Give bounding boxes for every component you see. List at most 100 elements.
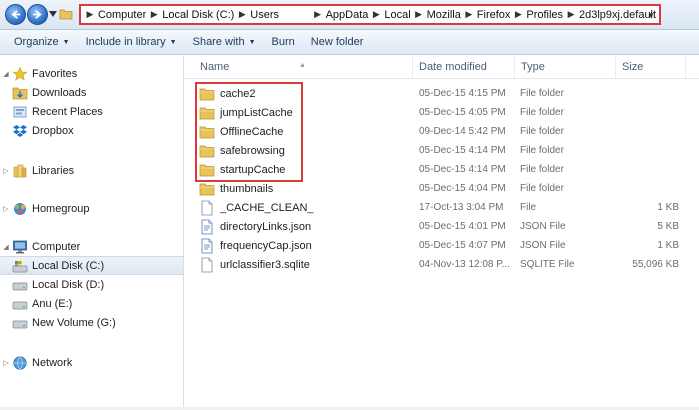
share-with-label: Share with: [192, 35, 245, 48]
organize-label: Organize: [14, 35, 59, 48]
file-date-modified: 17-Oct-13 3:04 PM: [419, 202, 504, 213]
expand-chevron-icon[interactable]: ◢: [0, 70, 12, 78]
chevron-down-icon[interactable]: ▼: [647, 11, 655, 20]
nav-downloads[interactable]: Downloads: [0, 83, 183, 102]
column-header-type[interactable]: Type: [515, 56, 616, 79]
navigation-pane: ◢ Favorites Downloads Recent Places Drop…: [0, 56, 184, 410]
dropbox-icon: [12, 123, 28, 139]
breadcrumb-profiles[interactable]: Profiles: [523, 9, 566, 21]
nav-network-label: Network: [32, 356, 73, 369]
nav-dropbox-label: Dropbox: [32, 124, 74, 137]
file-date-modified: 05-Dec-15 4:14 PM: [419, 145, 506, 156]
drive-icon: [12, 277, 28, 293]
nav-local-disk-d-label: Local Disk (D:): [32, 278, 105, 291]
nav-local-disk-c[interactable]: Local Disk (C:): [0, 256, 183, 275]
breadcrumb-local-disk-c[interactable]: Local Disk (C:): [159, 9, 237, 21]
nav-libraries-label: Libraries: [32, 164, 75, 177]
network-icon: [12, 355, 28, 371]
file-size: 1 KB: [657, 240, 679, 251]
nav-anu-e[interactable]: Anu (E:): [0, 294, 183, 313]
nav-libraries[interactable]: ▷ Libraries: [0, 161, 183, 180]
nav-computer-label: Computer: [32, 240, 81, 253]
nav-new-volume-g[interactable]: New Volume (G:): [0, 313, 183, 332]
file-type: JSON File: [520, 240, 566, 251]
homegroup-icon: [12, 201, 28, 217]
file-name: frequencyCap.json: [220, 239, 312, 252]
chevron-right-icon[interactable]: ▶: [464, 9, 474, 20]
breadcrumb-appdata[interactable]: AppData: [323, 9, 372, 21]
burn-label: Burn: [271, 35, 295, 48]
nav-local-disk-d[interactable]: Local Disk (D:): [0, 275, 183, 294]
chevron-down-icon: ▼: [169, 38, 177, 46]
nav-downloads-label: Downloads: [32, 86, 87, 99]
breadcrumb-computer[interactable]: Computer: [95, 9, 149, 21]
nav-favorites-label: Favorites: [32, 67, 78, 80]
forward-button[interactable]: [27, 4, 48, 25]
chevron-right-icon[interactable]: ▶: [513, 9, 523, 20]
recent-places-icon: [12, 104, 28, 120]
file-type: File folder: [520, 164, 564, 175]
organize-button[interactable]: Organize ▼: [6, 30, 78, 55]
nav-local-disk-c-label: Local Disk (C:): [32, 259, 105, 272]
drive-icon: [12, 315, 28, 331]
file-icon: [199, 200, 215, 216]
breadcrumb-firefox[interactable]: Firefox: [474, 9, 514, 21]
file-type: File folder: [520, 183, 564, 194]
chevron-right-icon[interactable]: ▶: [149, 9, 159, 20]
nav-recent-places[interactable]: Recent Places: [0, 102, 183, 121]
file-row[interactable]: urlclassifier3.sqlite 04-Nov-13 12:08 P..…: [194, 255, 689, 274]
file-row[interactable]: frequencyCap.json 05-Dec-15 4:07 PM JSON F…: [194, 236, 689, 255]
share-with-button[interactable]: Share with ▼: [185, 30, 264, 55]
file-row[interactable]: directoryLinks.json 05-Dec-15 4:01 PM JSON…: [194, 217, 689, 236]
file-name: _CACHE_CLEAN_: [220, 201, 314, 214]
chevron-down-icon: ▼: [248, 38, 256, 46]
address-bar-area: ▶ Computer ▶ Local Disk (C:) ▶ Users ▶ A…: [0, 0, 699, 30]
breadcrumb-local[interactable]: Local: [381, 9, 413, 21]
nav-anu-e-label: Anu (E:): [32, 297, 73, 310]
nav-dropbox[interactable]: Dropbox: [0, 121, 183, 140]
downloads-folder-icon: [12, 85, 28, 101]
nav-recent-places-label: Recent Places: [32, 105, 103, 118]
file-type: File folder: [520, 107, 564, 118]
chevron-right-icon[interactable]: ▶: [414, 9, 424, 20]
file-name: urlclassifier3.sqlite: [220, 258, 310, 271]
file-date-modified: 05-Dec-15 4:04 PM: [419, 183, 506, 194]
column-header-row: Name ▲ Date modified Type Size: [184, 56, 699, 79]
expand-chevron-icon[interactable]: ▷: [0, 167, 12, 175]
burn-button[interactable]: Burn: [264, 30, 303, 55]
new-folder-button[interactable]: New folder: [303, 30, 372, 55]
chevron-right-icon[interactable]: ▶: [85, 9, 95, 20]
chevron-right-icon[interactable]: ▶: [371, 9, 381, 20]
chevron-right-icon[interactable]: ▶: [566, 9, 576, 20]
nav-favorites[interactable]: ◢ Favorites: [0, 64, 183, 83]
nav-new-volume-g-label: New Volume (G:): [32, 316, 116, 329]
file-type: File: [520, 202, 537, 213]
file-date-modified: 04-Nov-13 12:08 P...: [419, 259, 510, 270]
include-in-library-label: Include in library: [85, 35, 166, 48]
column-header-date-modified[interactable]: Date modified: [413, 56, 515, 79]
nav-network[interactable]: ▷ Network: [0, 353, 183, 372]
back-button[interactable]: [5, 4, 26, 25]
nav-homegroup-label: Homegroup: [32, 202, 90, 215]
file-name: directoryLinks.json: [220, 220, 312, 233]
collapse-chevron-icon[interactable]: ◢: [0, 243, 12, 251]
nav-computer[interactable]: ◢ Computer: [0, 237, 183, 256]
libraries-icon: [12, 163, 28, 179]
expand-chevron-icon[interactable]: ▷: [0, 359, 12, 367]
breadcrumb[interactable]: ▶ Computer ▶ Local Disk (C:) ▶ Users ▶ A…: [79, 4, 661, 25]
file-row[interactable]: _CACHE_CLEAN_ 17-Oct-13 3:04 PM File 1 KB: [194, 198, 689, 217]
column-header-name-label: Name: [200, 61, 230, 73]
include-in-library-button[interactable]: Include in library ▼: [78, 30, 185, 55]
chevron-right-icon[interactable]: ▶: [313, 9, 323, 20]
recent-pages-dropdown-icon[interactable]: [49, 11, 57, 17]
column-header-name[interactable]: Name ▲: [194, 56, 413, 79]
column-header-size[interactable]: Size: [616, 56, 686, 79]
breadcrumb-mozilla[interactable]: Mozilla: [424, 9, 464, 21]
breadcrumb-users[interactable]: Users: [247, 9, 282, 21]
file-type: File folder: [520, 88, 564, 99]
column-header-date-label: Date modified: [419, 61, 487, 73]
file-date-modified: 05-Dec-15 4:07 PM: [419, 240, 506, 251]
expand-chevron-icon[interactable]: ▷: [0, 205, 12, 213]
chevron-right-icon[interactable]: ▶: [237, 9, 247, 20]
nav-homegroup[interactable]: ▷ Homegroup: [0, 199, 183, 218]
